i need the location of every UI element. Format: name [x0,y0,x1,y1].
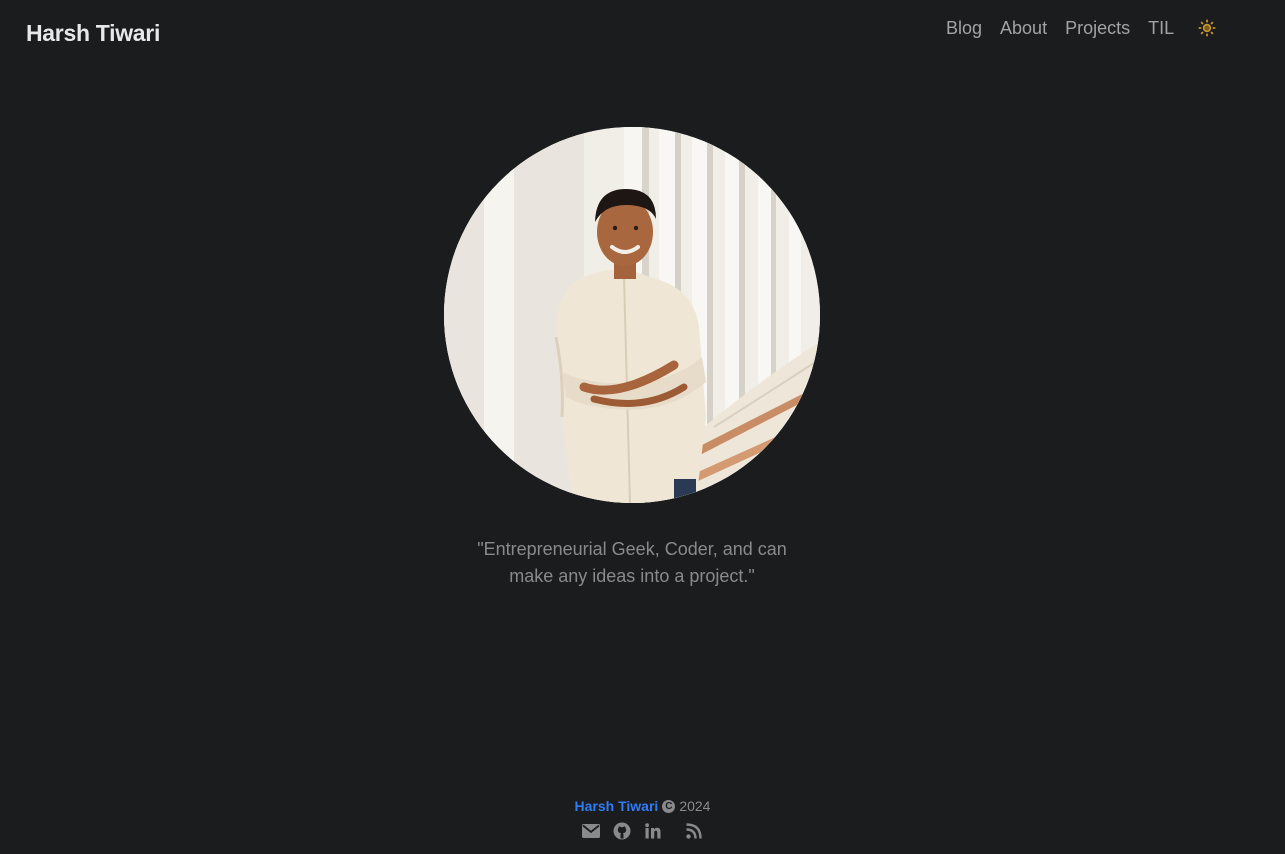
footer-owner-link[interactable]: Harsh Tiwari [575,796,659,816]
page: Harsh Tiwari Blog About Projects TIL "En… [0,0,1285,854]
main-nav: Blog About Projects TIL [946,17,1218,39]
copyright-line: Harsh Tiwari C 2024 [575,796,711,816]
tagline-quote: "Entrepreneurial Geek, Coder, and can ma… [432,536,832,590]
sun-icon [1198,19,1216,37]
tagline-line-1: "Entrepreneurial Geek, Coder, and can [477,539,787,559]
profile-photo [444,127,820,503]
site-footer: Harsh Tiwari C 2024 [0,796,1285,840]
copyright-year: 2024 [679,798,711,814]
linkedin-icon[interactable] [644,821,663,840]
copyright-icon: C [662,799,676,813]
nav-projects[interactable]: Projects [1065,18,1130,39]
github-icon[interactable] [613,821,632,840]
social-links [0,821,1285,840]
rss-icon[interactable] [685,821,704,840]
theme-toggle-button[interactable] [1196,17,1218,39]
nav-blog[interactable]: Blog [946,18,982,39]
nav-til[interactable]: TIL [1148,18,1174,39]
mail-icon[interactable] [582,821,601,840]
tagline-line-2: make any ideas into a project." [509,566,755,586]
nav-about[interactable]: About [1000,18,1047,39]
site-title-link[interactable]: Harsh Tiwari [26,20,160,47]
